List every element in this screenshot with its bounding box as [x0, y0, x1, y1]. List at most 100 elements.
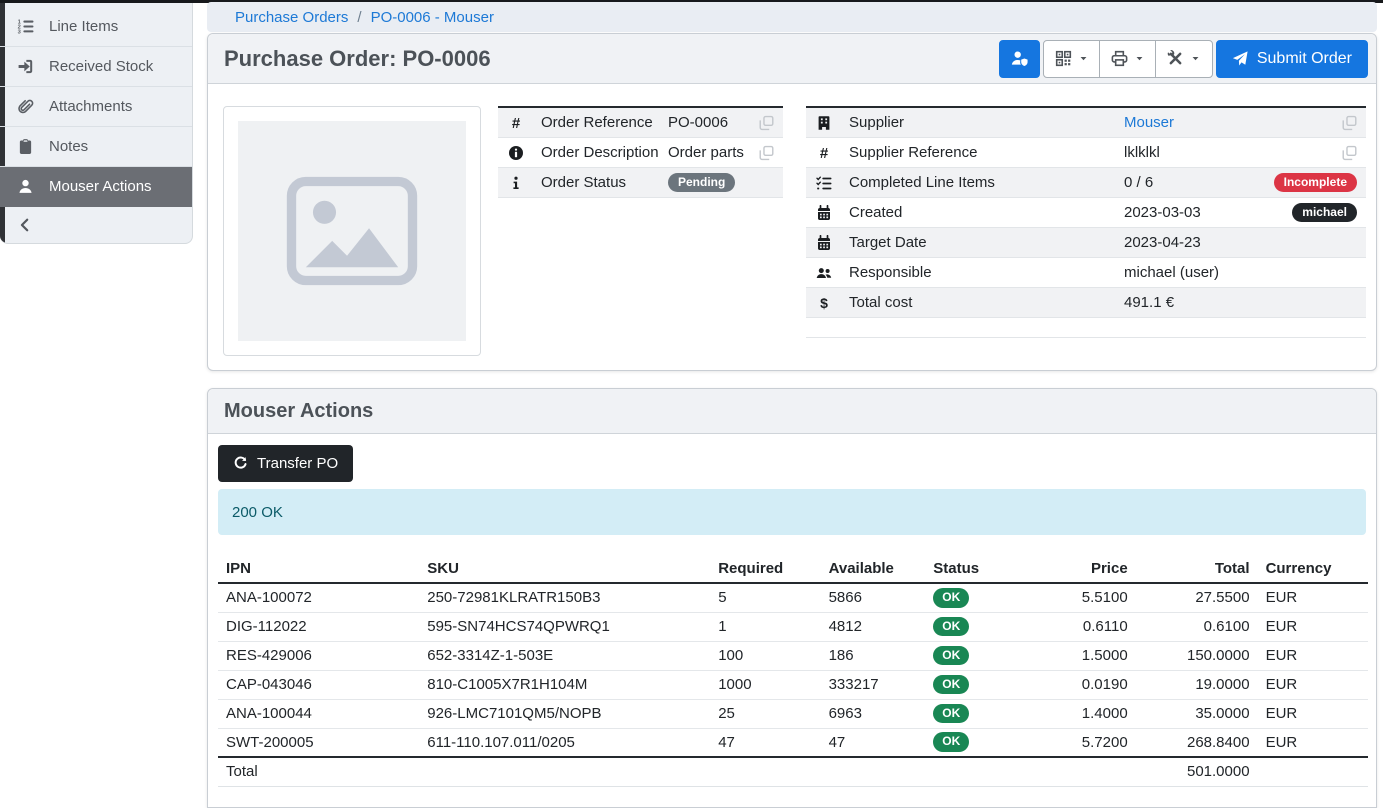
status-badge: OK [933, 732, 969, 752]
detail-label: Supplier [849, 114, 1124, 131]
cell-ipn: CAP-043046 [218, 670, 419, 699]
sidebar-item-notes[interactable]: Notes [0, 127, 192, 167]
detail-icon-box [508, 175, 541, 191]
order-image[interactable] [223, 106, 481, 356]
parts-table-footer-row: Total 501.0000 [218, 757, 1368, 786]
sidebar-item-label: Attachments [49, 98, 132, 115]
parts-table-header-row: IPNSKURequiredAvailableStatusPriceTotalC… [218, 554, 1368, 583]
column-header-currency: Currency [1258, 554, 1368, 583]
cell-price: 5.5100 [1025, 583, 1135, 612]
cell-total: 268.8400 [1136, 728, 1258, 757]
parts-table: IPNSKURequiredAvailableStatusPriceTotalC… [218, 554, 1368, 787]
copy-icon[interactable] [1342, 145, 1357, 161]
sidebar-item-received-stock[interactable]: Received Stock [0, 47, 192, 87]
column-header-sku: SKU [419, 554, 710, 583]
sidebar-item-label: Received Stock [49, 58, 153, 75]
cell-total: 27.5500 [1136, 583, 1258, 612]
cell-total: 0.6100 [1136, 612, 1258, 641]
table-row: CAP-043046810-C1005X7R1H104M1000333217OK… [218, 670, 1368, 699]
cell-required: 25 [710, 699, 820, 728]
sidebar-item-label: Mouser Actions [49, 178, 152, 195]
paper-plane-icon [1232, 51, 1248, 67]
calendar-icon [816, 205, 832, 221]
refresh-icon [233, 456, 248, 471]
admin-user-button[interactable] [999, 40, 1040, 78]
detail-row: Order StatusPending [498, 168, 783, 198]
paperclip-icon [16, 98, 35, 115]
cell-status: OK [925, 670, 1025, 699]
detail-row: Target Date2023-04-23 [806, 228, 1366, 258]
caret-down-icon [1079, 54, 1088, 63]
list-check-icon [816, 175, 832, 191]
cell-price: 0.6110 [1025, 612, 1135, 641]
detail-icon-box: # [508, 115, 541, 131]
cell-currency: EUR [1258, 641, 1368, 670]
detail-icon-box [816, 175, 849, 191]
image-placeholder [238, 121, 466, 341]
list-ol-icon: 123 [16, 18, 35, 35]
supplier-details-table: SupplierMouser#Supplier Referencelklklkl… [806, 106, 1366, 338]
table-row: ANA-100044926-LMC7101QM5/NOPB256963OK1.4… [218, 699, 1368, 728]
cell-required: 1 [710, 612, 820, 641]
detail-value[interactable]: Mouser [1124, 114, 1342, 131]
cell-total: 19.0000 [1136, 670, 1258, 699]
cell-currency: EUR [1258, 670, 1368, 699]
sidebar-item-mouser-actions[interactable]: Mouser Actions [0, 167, 192, 207]
cell-sku: 652-3314Z-1-503E [419, 641, 710, 670]
detail-label: Responsible [849, 264, 1124, 281]
purchase-order-panel-body: #Order ReferencePO-0006Order Description… [208, 84, 1376, 371]
cell-ipn: SWT-200005 [218, 728, 419, 757]
submit-order-button[interactable]: Submit Order [1216, 40, 1368, 78]
order-actions-button[interactable] [1156, 41, 1212, 77]
cell-sku: 611-110.107.011/0205 [419, 728, 710, 757]
print-actions-button[interactable] [1100, 41, 1156, 77]
detail-icon-box [816, 265, 849, 281]
cell-price: 1.4000 [1025, 699, 1135, 728]
order-details-table: #Order ReferencePO-0006Order Description… [498, 106, 783, 198]
detail-label: Created [849, 204, 1124, 221]
user-shield-icon [1011, 50, 1028, 67]
hashtag-icon: # [508, 115, 524, 131]
users-icon [816, 265, 832, 281]
column-header-required: Required [710, 554, 820, 583]
caret-down-icon [1135, 54, 1144, 63]
detail-label: Supplier Reference [849, 144, 1124, 161]
sidebar-item-attachments[interactable]: Attachments [0, 87, 192, 127]
sidebar-items: 123Line Items Received Stock Attachments No… [0, 7, 192, 207]
cell-ipn: ANA-100072 [218, 583, 419, 612]
sidebar-item-line-items[interactable]: 123Line Items [0, 7, 192, 47]
copy-icon[interactable] [1342, 115, 1357, 131]
hashtag-icon: # [816, 145, 832, 161]
cell-status: OK [925, 699, 1025, 728]
sidebar-collapse-button[interactable] [0, 207, 192, 243]
svg-text:#: # [820, 145, 829, 161]
column-header-ipn: IPN [218, 554, 419, 583]
transfer-po-button[interactable]: Transfer PO [218, 445, 353, 482]
barcode-actions-button[interactable] [1044, 41, 1100, 77]
copy-icon[interactable] [759, 145, 774, 161]
footer-total-label: Total [218, 757, 419, 786]
clipboard-icon [16, 138, 35, 155]
column-header-status: Status [925, 554, 1025, 583]
building-icon [816, 115, 832, 131]
detail-empty-row [806, 318, 1366, 338]
cell-required: 100 [710, 641, 820, 670]
detail-value: michael (user) [1124, 264, 1357, 281]
status-alert: 200 OK [218, 489, 1366, 535]
qrcode-icon [1055, 50, 1072, 67]
print-icon [1111, 50, 1128, 67]
detail-icon-box: $ [816, 295, 849, 311]
cell-sku: 250-72981KLRATR150B3 [419, 583, 710, 612]
cell-available: 186 [821, 641, 926, 670]
cell-ipn: RES-429006 [218, 641, 419, 670]
breadcrumb-link-purchase-orders[interactable]: Purchase Orders [235, 9, 348, 26]
breadcrumb-link-current-order[interactable]: PO-0006 - Mouser [371, 9, 494, 26]
status-badge: OK [933, 617, 969, 637]
info-circle-icon [508, 145, 524, 161]
detail-row: #Order ReferencePO-0006 [498, 108, 783, 138]
detail-label: Order Status [541, 174, 668, 191]
submit-order-label: Submit Order [1257, 50, 1352, 68]
cell-status: OK [925, 641, 1025, 670]
copy-icon[interactable] [759, 115, 774, 131]
sidebar-item-label: Notes [49, 138, 88, 155]
